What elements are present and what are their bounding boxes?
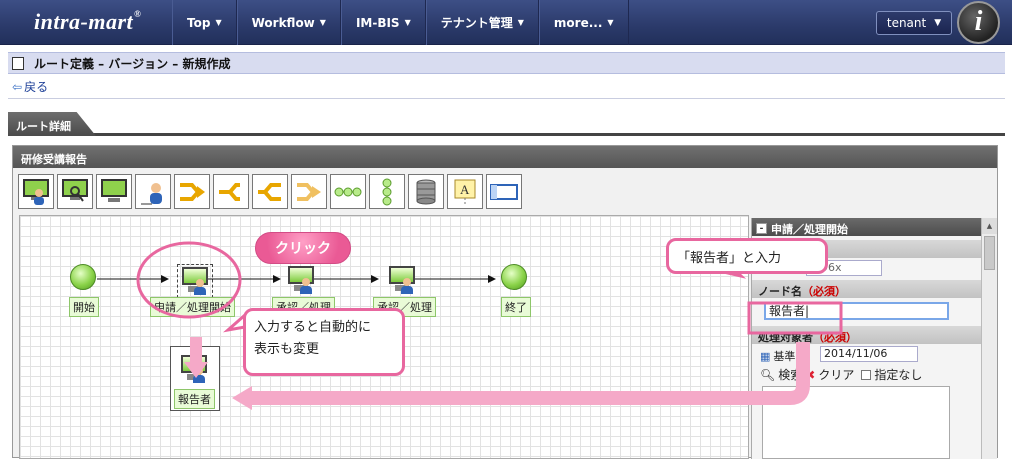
input-hint-callout: 「報告者」と入力 <box>666 238 828 274</box>
annotation-overlay <box>136 241 843 410</box>
auto-change-callout: 入力すると自動的に 表示も変更 <box>243 308 405 376</box>
click-annotation: クリック <box>255 232 351 264</box>
